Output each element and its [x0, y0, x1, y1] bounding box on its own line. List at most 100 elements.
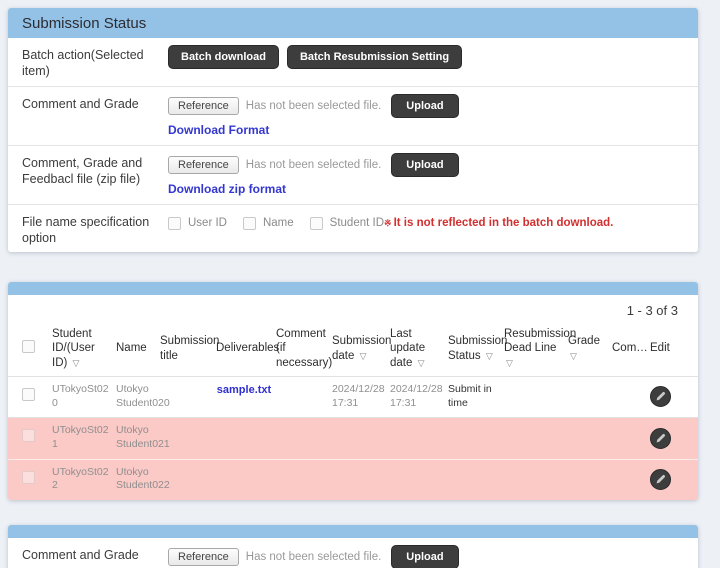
comment-grade-zip-label: Comment, Grade and Feedbacl file (zip fi…	[22, 151, 168, 198]
resubmission-dead-line-cell	[502, 377, 566, 418]
download-zip-format-link[interactable]: Download zip format	[168, 182, 286, 196]
file-status-text: Has not been selected file.	[246, 159, 382, 171]
batch-action-row: Batch action(Selected item) Batch downlo…	[8, 38, 698, 86]
file-name-option-label: File name specification option	[22, 210, 168, 247]
resubmission-dead-line-cell	[502, 459, 566, 500]
batch-resubmission-setting-button[interactable]: Batch Resubmission Setting	[287, 45, 462, 69]
pencil-icon	[654, 473, 667, 486]
column-comment: Comment (if necessary)	[274, 321, 330, 377]
student-id-cell: UTokyoSt021	[50, 418, 114, 459]
name-cell: Utokyo Student021	[114, 418, 158, 459]
pencil-icon	[654, 432, 667, 445]
batch-download-note: It is not reflected in the batch downloa…	[394, 217, 614, 229]
column-submission-status[interactable]: Submission Status ▽	[446, 321, 502, 377]
student-id-checkbox[interactable]	[310, 217, 323, 230]
resubmission-dead-line-cell	[502, 418, 566, 459]
column-last-update-date[interactable]: Last update date ▽	[388, 321, 446, 377]
submission-status-panel: Submission Status Batch action(Selected …	[8, 8, 698, 252]
edit-button[interactable]	[650, 386, 671, 407]
student-id-cell: UTokyoSt020	[50, 377, 114, 418]
deliverables-cell	[214, 418, 274, 459]
last-update-date-cell: 2024/12/28 17:31	[388, 377, 446, 418]
user-id-checkbox-label: User ID	[188, 217, 227, 229]
column-student-id[interactable]: Student ID/(User ID) ▽	[50, 321, 114, 377]
comment-cell	[274, 418, 330, 459]
sort-icon: ▽	[570, 351, 577, 361]
page-title: Submission Status	[22, 15, 146, 32]
last-update-date-cell	[388, 418, 446, 459]
name-cell: Utokyo Student022	[114, 459, 158, 500]
reference-button[interactable]: Reference	[168, 97, 239, 115]
grade-cell	[566, 418, 610, 459]
sort-icon: ▽	[360, 351, 367, 361]
comment-cell	[274, 459, 330, 500]
select-all-checkbox[interactable]	[22, 340, 35, 353]
student-id-cell: UTokyoSt022	[50, 459, 114, 500]
row-checkbox-disabled	[22, 429, 35, 442]
comment-short-cell	[610, 459, 648, 500]
edit-button[interactable]	[650, 469, 671, 490]
table-row: UTokyoSt020 Utokyo Student020 sample.txt…	[8, 377, 698, 418]
submission-date-cell	[330, 459, 388, 500]
deliverable-file-link[interactable]: sample.txt	[217, 384, 271, 396]
note-reference-mark: ※	[384, 218, 392, 229]
column-resubmission-dead-line[interactable]: Resubmission Dead Line ▽	[502, 321, 566, 377]
submission-date-cell: 2024/12/28 17:31	[330, 377, 388, 418]
panel-accent-bar	[8, 525, 698, 538]
table-row: UTokyoSt021 Utokyo Student021	[8, 418, 698, 459]
batch-action-label: Batch action(Selected item)	[22, 43, 168, 80]
submissions-table: Student ID/(User ID) ▽ Name Submission t…	[8, 321, 698, 500]
row-checkbox[interactable]	[22, 388, 35, 401]
submission-status-cell	[446, 418, 502, 459]
table-row: UTokyoSt022 Utokyo Student022	[8, 459, 698, 500]
table-header-row: Student ID/(User ID) ▽ Name Submission t…	[8, 321, 698, 377]
column-submission-date[interactable]: Submission date ▽	[330, 321, 388, 377]
pagination-status: 1 - 3 of 3	[8, 295, 698, 321]
sort-icon: ▽	[486, 351, 493, 361]
grade-cell	[566, 459, 610, 500]
upload-button[interactable]: Upload	[391, 94, 458, 118]
file-status-text: Has not been selected file.	[246, 551, 382, 563]
column-edit: Edit	[648, 321, 698, 377]
deliverables-cell	[214, 459, 274, 500]
column-submission-title: Submission title	[158, 321, 214, 377]
grade-cell	[566, 377, 610, 418]
last-update-date-cell	[388, 459, 446, 500]
name-checkbox[interactable]	[243, 217, 256, 230]
comment-grade-zip-row: Comment, Grade and Feedbacl file (zip fi…	[8, 145, 698, 204]
submissions-table-panel: 1 - 3 of 3 Student ID/(User ID) ▽ Name S…	[8, 282, 698, 500]
upload-button[interactable]: Upload	[391, 153, 458, 177]
comment-grade-label: Comment and Grade	[22, 92, 168, 139]
download-format-link[interactable]: Download Format	[168, 123, 269, 137]
submission-status-cell: Submit in time	[446, 377, 502, 418]
sort-icon: ▽	[73, 358, 80, 368]
column-name: Name	[114, 321, 158, 377]
upload-button[interactable]: Upload	[391, 545, 458, 568]
column-deliverables: Deliverables	[214, 321, 274, 377]
batch-download-button[interactable]: Batch download	[168, 45, 279, 69]
pencil-icon	[654, 390, 667, 403]
sort-icon: ▽	[506, 358, 513, 368]
edit-button[interactable]	[650, 428, 671, 449]
user-id-checkbox[interactable]	[168, 217, 181, 230]
comment-cell	[274, 377, 330, 418]
reference-button[interactable]: Reference	[168, 548, 239, 566]
panel-title-bar: Submission Status	[8, 8, 698, 38]
name-cell: Utokyo Student020	[114, 377, 158, 418]
column-comment-truncated: Com…	[610, 321, 648, 377]
submission-date-cell	[330, 418, 388, 459]
panel-accent-bar	[8, 282, 698, 295]
comment-grade-row: Comment and Grade Reference Has not been…	[8, 86, 698, 145]
file-name-option-row: File name specification option User ID N…	[8, 204, 698, 253]
sort-icon: ▽	[418, 358, 425, 368]
reference-button[interactable]: Reference	[168, 156, 239, 174]
submission-status-cell	[446, 459, 502, 500]
comment-grade-row: Comment and Grade Reference Has not been…	[8, 538, 698, 568]
row-checkbox-disabled	[22, 471, 35, 484]
bottom-actions-panel: Comment and Grade Reference Has not been…	[8, 525, 698, 568]
student-id-checkbox-label: Student ID	[330, 217, 384, 229]
comment-short-cell	[610, 418, 648, 459]
comment-grade-label: Comment and Grade	[22, 543, 168, 568]
comment-short-cell	[610, 377, 648, 418]
name-checkbox-label: Name	[263, 217, 294, 229]
